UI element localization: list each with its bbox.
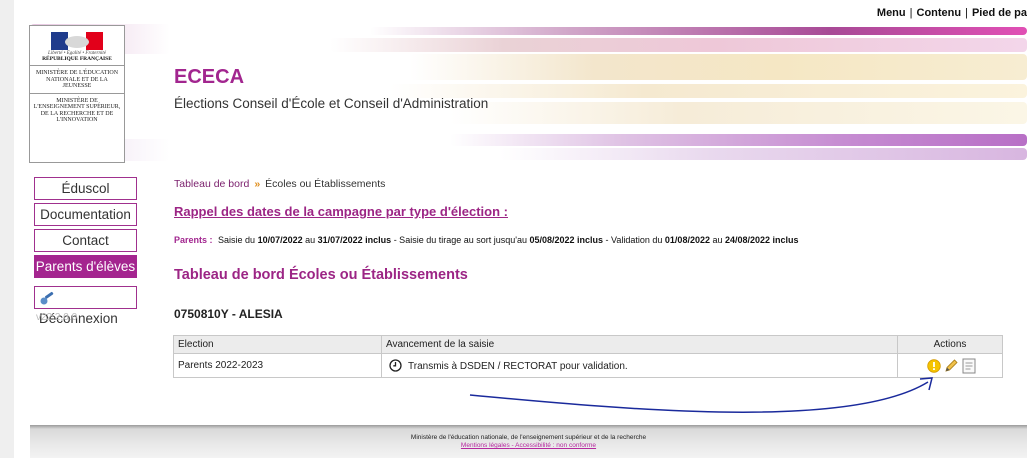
sidebar-item-contact[interactable]: Contact (34, 229, 137, 252)
left-margin-strip (0, 0, 14, 458)
clock-icon (389, 359, 402, 372)
sidebar: Éduscol Documentation Contact Parents d'… (34, 177, 137, 326)
sidebar-item-eduscol[interactable]: Éduscol (34, 177, 137, 200)
sidebar-item-documentation[interactable]: Documentation (34, 203, 137, 226)
breadcrumb: Tableau de bord » Écoles ou Établissements (174, 178, 385, 190)
dashboard-title: Tableau de bord Écoles ou Établissements (174, 267, 468, 283)
skip-link-footer[interactable]: Pied de pa (972, 7, 1027, 19)
campaign-text: au (302, 235, 318, 245)
campaign-label: Parents : (174, 235, 213, 245)
elections-table: Election Avancement de la saisie Actions… (173, 335, 1003, 378)
accessibility-link[interactable]: Accessibilité : non conforme (515, 442, 596, 449)
campaign-text: Saisie du (218, 235, 258, 245)
ministry-name-higher-education: MINISTÈRE DE L'ENSEIGNEMENT SUPÉRIEUR, D… (30, 92, 124, 127)
warning-icon[interactable] (927, 358, 941, 373)
progress-status: Transmis à DSDEN / RECTORAT pour validat… (408, 361, 628, 372)
campaign-text: - Saisie du tirage au sort jusqu'au (391, 235, 530, 245)
user-key-icon (40, 291, 54, 305)
election-name: Parents 2022-2023 (173, 353, 382, 378)
page-footer: Ministère de l'éducation nationale, de l… (30, 425, 1027, 458)
campaign-text: au (709, 235, 725, 245)
republic-name: RÉPUBLIQUE FRANÇAISE (42, 56, 112, 62)
column-header-actions: Actions (897, 335, 1003, 354)
skip-link-content[interactable]: Contenu (917, 7, 962, 19)
campaign-date: 05/08/2022 inclus (529, 235, 604, 245)
footer-ministry-text: Ministère de l'éducation nationale, de l… (410, 434, 647, 441)
ministry-name-education: MINISTÈRE DE L'ÉDUCATION NATIONALE ET DE… (30, 65, 124, 93)
skip-link-menu[interactable]: Menu (877, 7, 906, 19)
campaign-date: 31/07/2022 inclus (317, 235, 392, 245)
campaign-dates-link[interactable]: Rappel des dates de la campagne par type… (174, 204, 508, 219)
actions-cell (897, 353, 1003, 378)
document-icon[interactable] (962, 358, 976, 374)
breadcrumb-home-link[interactable]: Tableau de bord (174, 178, 249, 190)
table-header-row: Election Avancement de la saisie Actions (173, 335, 1003, 354)
app-subtitle: Élections Conseil d'École et Conseil d'A… (174, 96, 489, 111)
pencil-icon[interactable] (944, 358, 959, 373)
column-header-election: Election (173, 335, 382, 354)
campaign-text: - Validation du (603, 235, 665, 245)
app-title: ECECA (174, 66, 245, 88)
school-code: 0750810Y - ALESIA (174, 307, 283, 321)
table-row: Parents 2022-2023 Transmis à DSDEN / REC… (173, 353, 1003, 378)
breadcrumb-current: Écoles ou Établissements (265, 178, 386, 190)
progress-cell: Transmis à DSDEN / RECTORAT pour validat… (381, 353, 898, 378)
logout-button[interactable]: Déconnexion (34, 286, 137, 326)
marianne-flag-icon (51, 32, 103, 50)
ministry-logo: Liberté • Égalité • Fraternité RÉPUBLIQU… (29, 25, 125, 163)
legal-notice-link[interactable]: Mentions légales (461, 442, 510, 449)
footer-links: Mentions légales - Accessibilité : non c… (30, 442, 1027, 449)
breadcrumb-chevron-icon: » (254, 178, 261, 190)
campaign-date: 10/07/2022 (257, 235, 303, 245)
column-header-progress: Avancement de la saisie (381, 335, 898, 354)
campaign-date: 01/08/2022 (664, 235, 710, 245)
skip-links: Menu | Contenu | Pied de pa (876, 7, 1027, 19)
sidebar-item-parents[interactable]: Parents d'élèves (34, 255, 137, 278)
campaign-date: 24/08/2022 inclus (724, 235, 799, 245)
header-banner (30, 24, 1027, 162)
campaign-dates-parents: Parents : Saisie du 10/07/2022 au 31/07/… (174, 235, 799, 245)
